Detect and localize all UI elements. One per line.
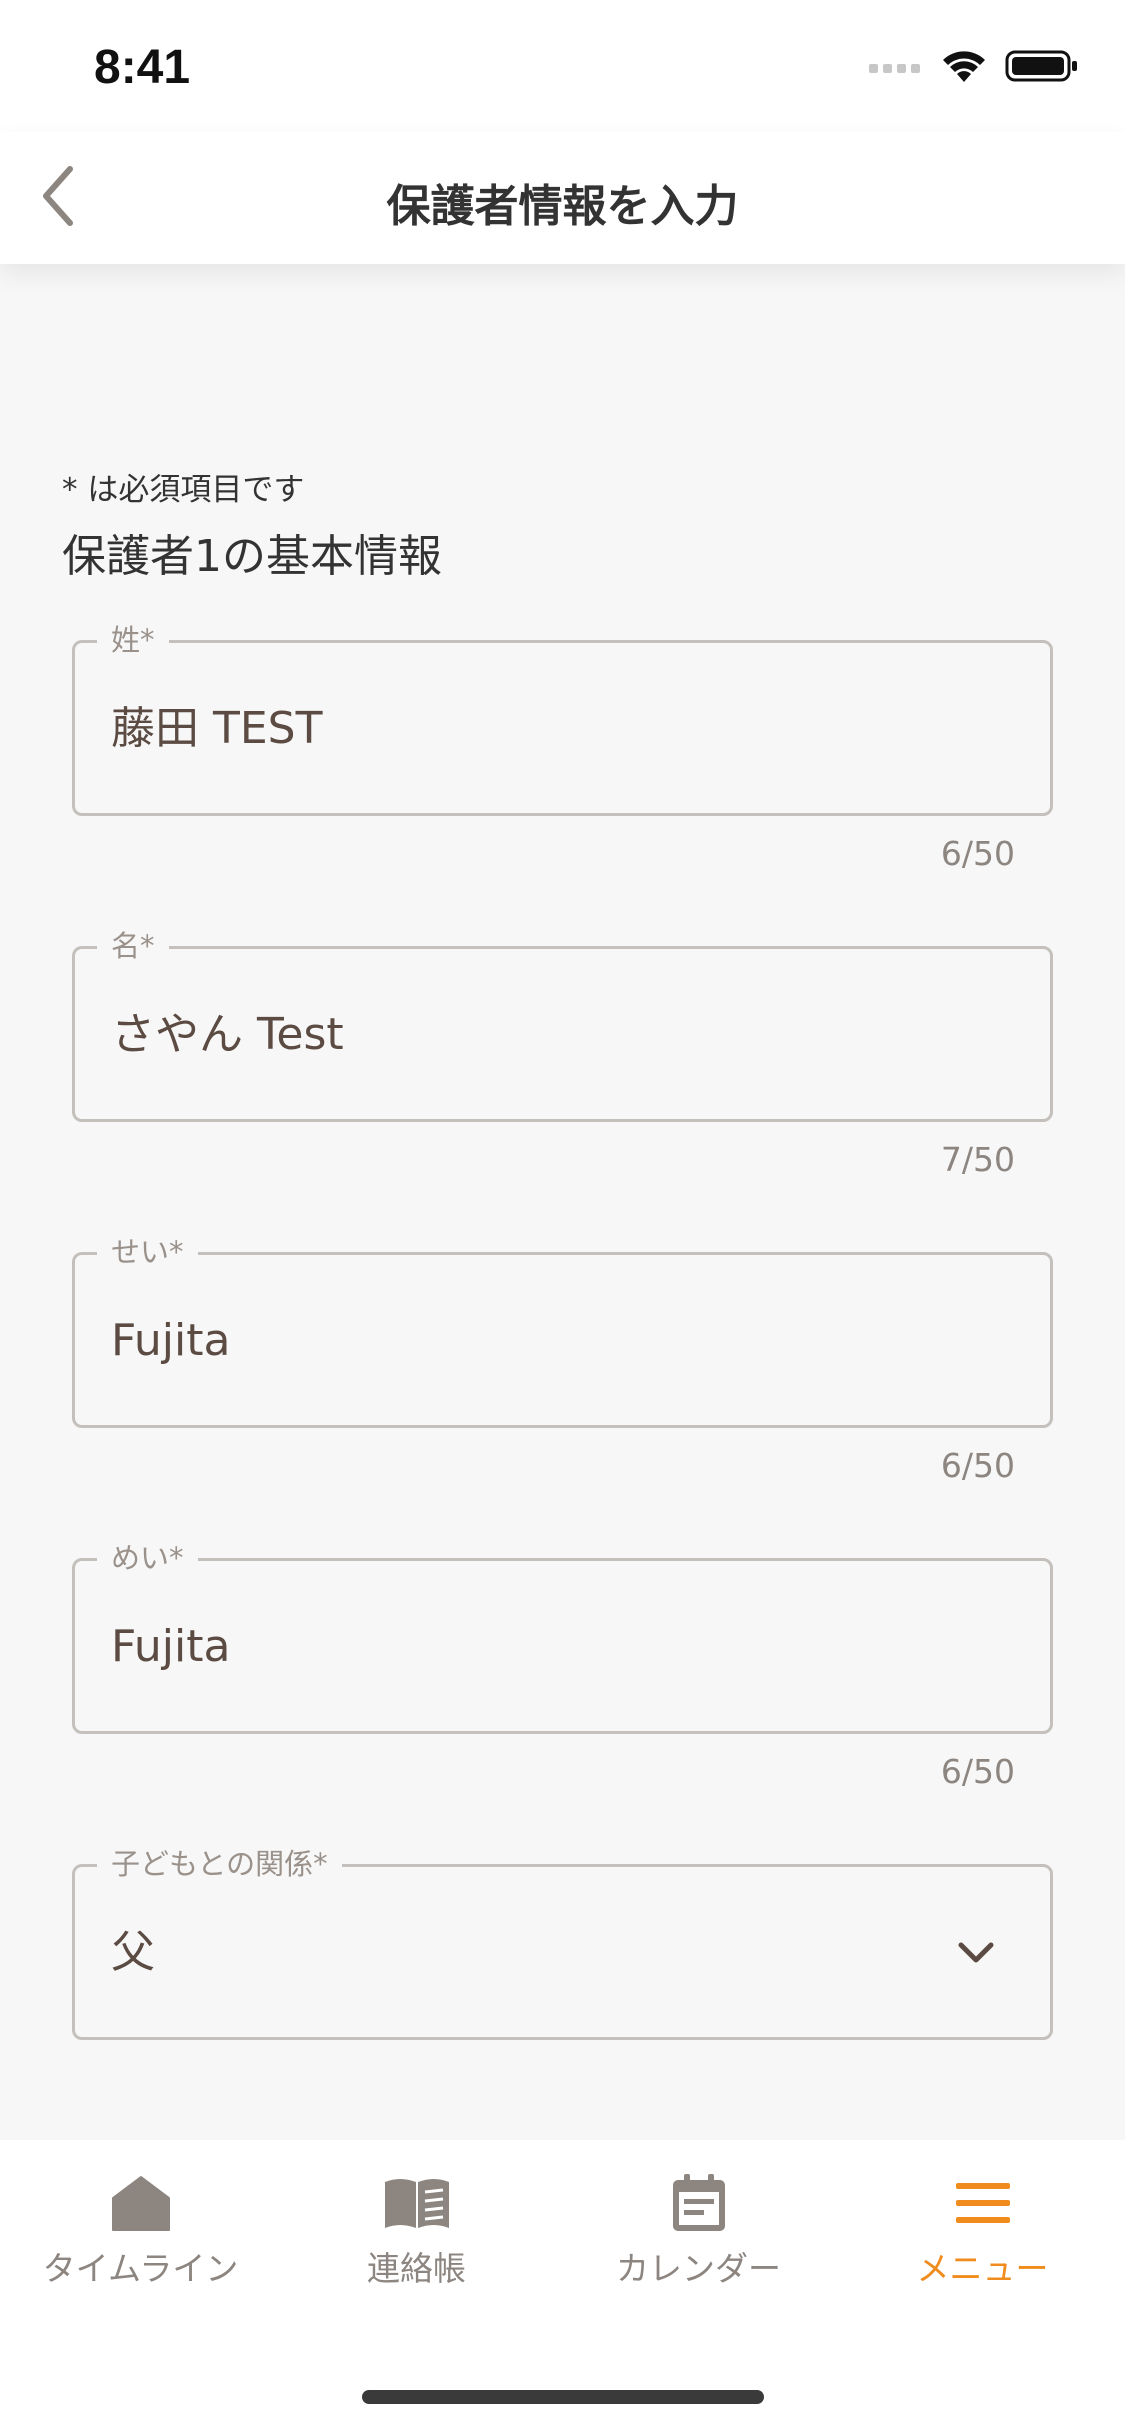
field-label: せい* [97,1232,198,1272]
last-name-field[interactable]: 姓* 藤田 TEST [72,620,1053,816]
tab-contact-book[interactable]: 連絡帳 [276,2168,557,2298]
required-note: * は必須項目です [62,472,305,508]
battery-icon [1005,48,1079,88]
character-count: 7/50 [940,1140,1015,1179]
status-bar: 8:41 [0,0,1125,132]
tab-label: カレンダー [616,2249,781,2288]
tab-label: 連絡帳 [367,2249,466,2288]
field-value[interactable]: 藤田 TEST [111,701,322,757]
first-name-field[interactable]: 名* さやん Test [72,926,1053,1122]
tab-menu[interactable]: メニュー [842,2168,1123,2298]
field-value[interactable]: Fujita [111,1313,230,1369]
tab-label: メニュー [916,2249,1049,2288]
home-indicator [362,2390,764,2404]
field-label: めい* [97,1538,198,1578]
home-icon [106,2168,176,2238]
calendar-icon [664,2168,734,2238]
navigation-bar: 保護者情報を入力 [0,132,1125,264]
relationship-select[interactable]: 子どもとの関係* 父 [72,1844,1053,2040]
book-icon [382,2168,452,2238]
field-value[interactable]: Fujita [111,1619,230,1675]
signal-icon [869,56,923,80]
section-title: 保護者1の基本情報 [62,531,442,582]
first-name-kana-field[interactable]: めい* Fujita [72,1538,1053,1734]
screen: 8:41 保護者情報を入力 * は必須項目です 保護者1の基本情報 姓* 藤田 … [0,0,1125,2436]
field-value[interactable]: 父 [111,1925,155,1981]
field-label: 名* [97,926,169,966]
tab-timeline[interactable]: タイムライン [0,2168,281,2298]
character-count: 6/50 [940,1752,1015,1791]
field-label: 子どもとの関係* [97,1844,342,1884]
field-value[interactable]: さやん Test [111,1007,344,1063]
last-name-kana-field[interactable]: せい* Fujita [72,1232,1053,1428]
status-time: 8:41 [94,41,191,94]
character-count: 6/50 [940,834,1015,873]
page-title: 保護者情報を入力 [386,181,739,232]
tab-calendar[interactable]: カレンダー [558,2168,839,2298]
tab-label: タイムライン [42,2249,239,2288]
form-content: * は必須項目です 保護者1の基本情報 姓* 藤田 TEST 6/50 名* さ… [0,264,1125,2140]
wifi-icon [941,48,987,88]
menu-icon [948,2168,1018,2238]
status-icons [869,48,1079,88]
chevron-down-icon[interactable] [946,1923,1006,1983]
character-count: 6/50 [940,1446,1015,1485]
field-label: 姓* [97,620,169,660]
